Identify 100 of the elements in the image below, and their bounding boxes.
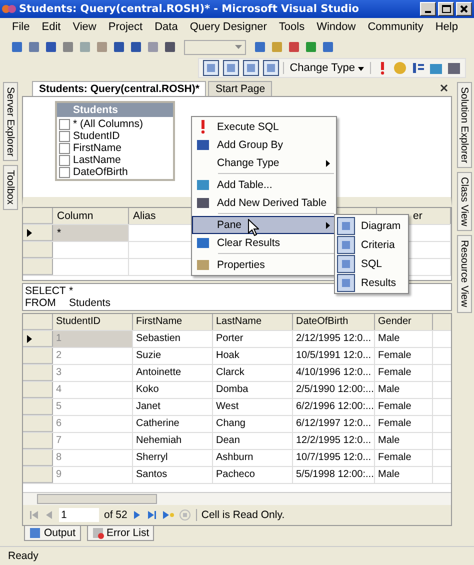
- mouse-cursor-icon: [248, 219, 259, 236]
- menu-item[interactable]: View: [66, 21, 102, 33]
- window-title: Students: Query(central.ROSH)* - Microsoft Visual Studio: [19, 3, 360, 15]
- table-cell: 1: [53, 331, 133, 347]
- table-cell: Male: [375, 382, 433, 398]
- previous-record-icon[interactable]: [44, 510, 54, 520]
- minimize-button[interactable]: [420, 2, 436, 16]
- table-cell: Dean: [213, 433, 293, 449]
- table-cell: 2/12/1995 12:0...: [293, 331, 375, 347]
- table-cell: 8: [53, 450, 133, 466]
- last-record-icon[interactable]: [147, 510, 158, 520]
- menu-item[interactable]: Add Table...: [192, 172, 336, 194]
- checkbox[interactable]: [59, 142, 70, 154]
- diagram-pane-icon[interactable]: [202, 60, 219, 76]
- column-name: StudentID: [73, 130, 120, 142]
- submenu-arrow-icon: [326, 160, 330, 166]
- panel-tab[interactable]: Error List: [86, 526, 154, 541]
- current-row-icon: [27, 334, 32, 342]
- table-cell: Nehemiah: [133, 433, 213, 449]
- document-tab[interactable]: Students: Query(central.ROSH)*: [32, 81, 206, 96]
- column-name: FirstName: [73, 142, 122, 154]
- change-type-button[interactable]: Change Type: [282, 62, 371, 74]
- results-pane-icon[interactable]: [262, 60, 279, 76]
- table-cell: 2: [53, 348, 133, 364]
- menu-item[interactable]: Results: [335, 273, 408, 292]
- maximize-icon: [442, 5, 450, 13]
- menu-item[interactable]: Add Group By: [192, 136, 336, 154]
- sql-keyword: FROM: [25, 297, 57, 309]
- table-cell: Female: [375, 450, 433, 466]
- menu-item[interactable]: Clear Results: [192, 234, 336, 252]
- table-cell: Santos: [133, 467, 213, 483]
- menu-item[interactable]: Edit: [36, 21, 67, 33]
- new-record-icon[interactable]: [162, 510, 174, 520]
- tool-window-tab[interactable]: Server Explorer: [2, 82, 18, 162]
- menu-item[interactable]: Execute SQL: [192, 118, 336, 136]
- caret-icon: [358, 67, 364, 71]
- row-header[interactable]: [23, 331, 53, 347]
- maximize-button[interactable]: [438, 2, 454, 16]
- checkbox[interactable]: [59, 166, 70, 178]
- menu-item[interactable]: Properties: [192, 252, 336, 274]
- table-cell: 6/12/1997 12:0...: [293, 416, 375, 432]
- table-cell: 7: [53, 433, 133, 449]
- table-cell: Female: [375, 348, 433, 364]
- close-icon: [460, 5, 468, 13]
- solution-config-dropdown[interactable]: [184, 40, 246, 54]
- horizontal-scrollbar[interactable]: [23, 492, 451, 505]
- menu-item[interactable]: SQL: [335, 254, 408, 273]
- table-cell: 5/5/1998 12:00:...: [293, 467, 375, 483]
- sql-text: Students: [69, 297, 110, 309]
- column-header: StudentID: [53, 314, 133, 330]
- row-header[interactable]: [23, 225, 53, 241]
- close-icon[interactable]: [440, 84, 448, 92]
- column-name: DateOfBirth: [73, 166, 128, 178]
- tool-window-tab[interactable]: Class View: [456, 172, 472, 232]
- table-cell: Female: [375, 416, 433, 432]
- menu-item[interactable]: Query Designer: [184, 21, 273, 33]
- sql-pane-icon[interactable]: [242, 60, 259, 76]
- submenu-arrow-icon: [326, 222, 330, 228]
- current-row-icon: [27, 228, 32, 236]
- output-icon: [29, 527, 41, 539]
- table-cell: Sebastien: [133, 331, 213, 347]
- grid-cell[interactable]: *: [53, 225, 129, 241]
- checkbox[interactable]: [59, 154, 70, 166]
- table-window[interactable]: Students * (All Columns) StudentID FirstName LastName DateOfBirth: [55, 101, 175, 181]
- menu-item[interactable]: Project: [102, 21, 149, 33]
- column-header: FirstName: [133, 314, 213, 330]
- tool-window-tab[interactable]: Solution Explorer: [456, 82, 472, 168]
- menu-item[interactable]: Help: [429, 21, 464, 33]
- menu-item[interactable]: Change Type: [192, 154, 336, 172]
- sql-text: *: [69, 285, 74, 297]
- table-cell: Male: [375, 467, 433, 483]
- criteria-pane-icon[interactable]: [222, 60, 239, 76]
- panel-tab[interactable]: Output: [24, 526, 81, 541]
- table-cell: 6/2/1996 12:00:...: [293, 399, 375, 415]
- menu-item[interactable]: Criteria: [335, 235, 408, 254]
- tool-window-tab[interactable]: Resource View: [456, 235, 472, 313]
- table-cell: West: [213, 399, 293, 415]
- menu-item[interactable]: Community: [362, 21, 430, 33]
- table-cell: Sherryl: [133, 450, 213, 466]
- group-by-icon[interactable]: [411, 61, 425, 75]
- checkbox[interactable]: [59, 118, 70, 130]
- table-cell: Koko: [133, 382, 213, 398]
- table-cell: 9: [53, 467, 133, 483]
- document-tab[interactable]: Start Page: [208, 81, 272, 96]
- column-header: Gender: [375, 314, 433, 330]
- menu-item[interactable]: Window: [310, 21, 362, 33]
- table-cell: Ashburn: [213, 450, 293, 466]
- record-number-field[interactable]: 1: [59, 508, 99, 522]
- menu-item[interactable]: Tools: [272, 21, 311, 33]
- table-cell: Suzie: [133, 348, 213, 364]
- column-header: DateOfBirth: [293, 314, 375, 330]
- close-button[interactable]: [456, 2, 472, 16]
- dropdown-arrow-icon: [235, 45, 242, 49]
- tool-window-tab[interactable]: Toolbox: [2, 165, 18, 210]
- menu-item[interactable]: Data: [148, 21, 184, 33]
- next-record-icon[interactable]: [132, 510, 142, 520]
- menu-item[interactable]: File: [6, 21, 36, 33]
- checkbox[interactable]: [59, 130, 70, 142]
- table-cell: Hoak: [213, 348, 293, 364]
- first-record-icon[interactable]: [29, 510, 39, 520]
